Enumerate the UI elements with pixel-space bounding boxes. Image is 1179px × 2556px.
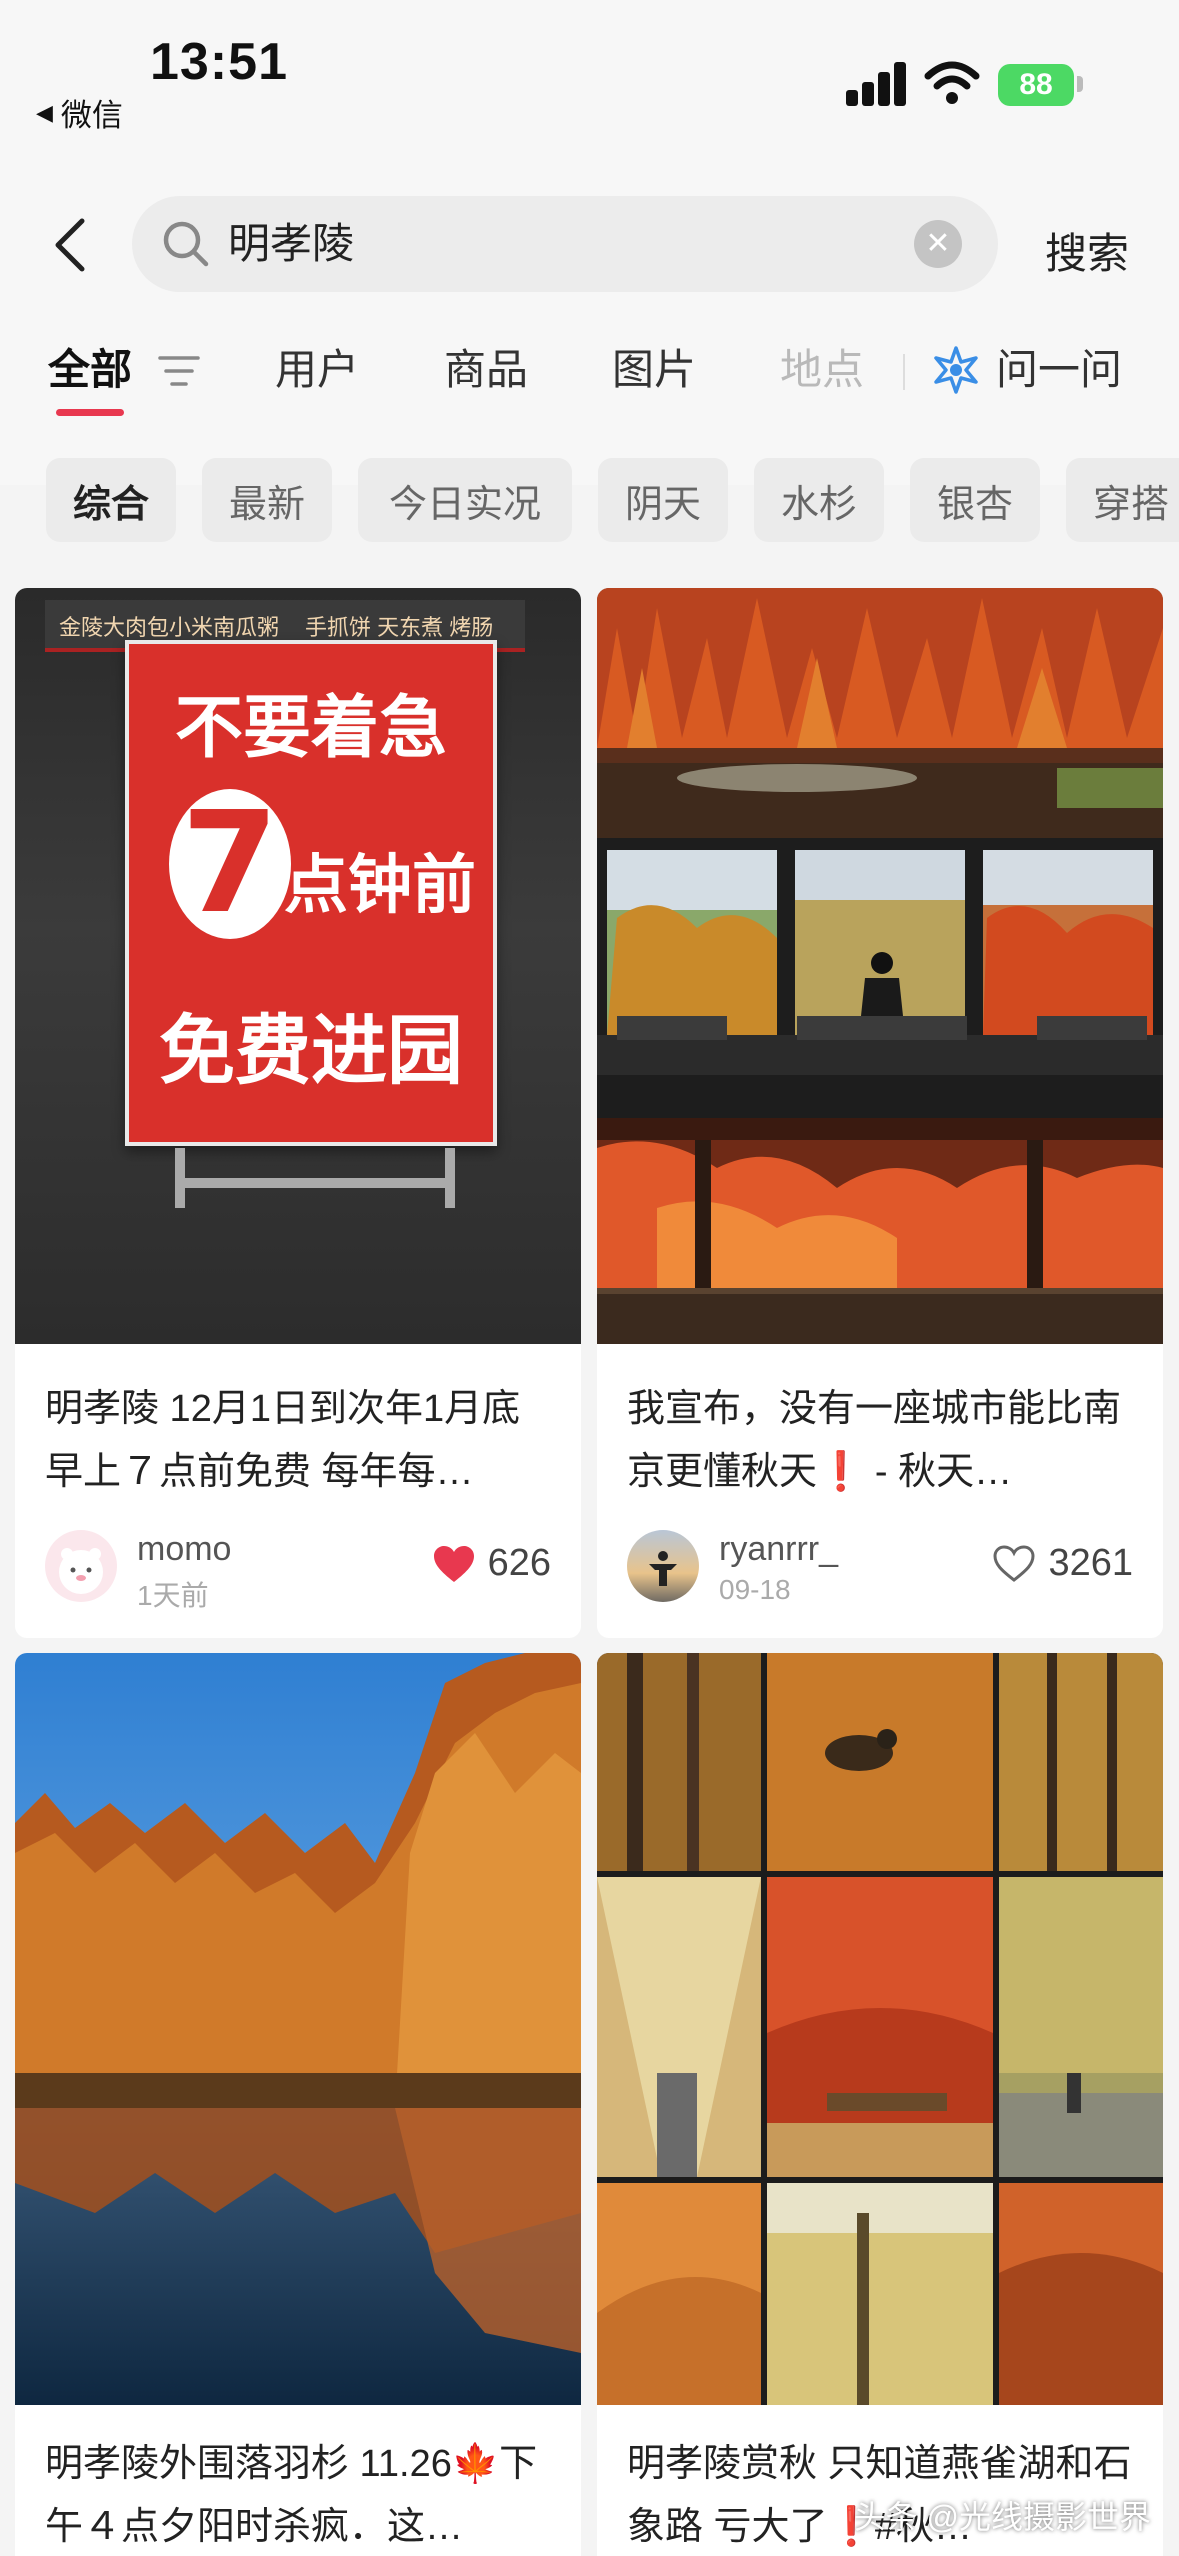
heart-outline-icon [993, 1544, 1035, 1582]
watermark: 头条 @光线摄影世界 [853, 2499, 1151, 2535]
battery-cap [1077, 76, 1083, 92]
battery-icon: 88 [998, 64, 1074, 106]
card-title: 明孝陵外围落羽杉 11.26🍁下午４点夕阳时杀疯．这… [45, 2443, 538, 2548]
signal-icon [846, 62, 908, 106]
feed-card[interactable]: 金陵大肉包小米南瓜粥 手抓饼 天东煮 烤肠 不要着急 7 点钟前 免费进园 明孝… [15, 588, 581, 1638]
search-query: 明孝陵 [228, 220, 355, 267]
post-time: 09-18 [719, 1574, 791, 1605]
feed-card[interactable]: 明孝陵赏秋 只知道燕雀湖和石象路 亏大了❗️#秋… [597, 1653, 1163, 2556]
avatar-image [59, 1548, 103, 1594]
card-title: 我宣布，没有一座城市能比南京更懂秋天❗️ - 秋天… [627, 1388, 1122, 1493]
free-entry-sign: 不要着急 7 点钟前 免费进园 [125, 640, 497, 1146]
avatar[interactable] [45, 1530, 117, 1602]
feed-card[interactable]: 明孝陵外围落羽杉 11.26🍁下午４点夕阳时杀疯．这… [15, 1653, 581, 2556]
feed-card[interactable]: 我宣布，没有一座城市能比南京更懂秋天❗️ - 秋天… ryanrrr_ 09-1… [597, 588, 1163, 1638]
back-button[interactable] [40, 210, 100, 280]
tab-bar: 全部 用户 商品 图片 地点 问一问 [0, 340, 1179, 420]
author-name[interactable]: ryanrrr_ [719, 1530, 838, 1569]
chip-ginkgo[interactable]: 银杏 [910, 458, 1040, 542]
tab-places[interactable]: 地点 [780, 340, 864, 420]
search-input[interactable]: 明孝陵 ✕ [132, 196, 998, 292]
tab-images[interactable]: 图片 [612, 340, 696, 420]
card-image [597, 588, 1163, 1344]
chevron-left-icon [55, 218, 85, 272]
back-triangle-icon: ◀ [36, 99, 53, 125]
ask-ai-icon [934, 346, 978, 394]
chip-latest[interactable]: 最新 [202, 458, 332, 542]
post-time: 1天前 [137, 1580, 209, 1611]
like-count: 626 [487, 1542, 551, 1584]
autumn-collage-image [597, 588, 1163, 1344]
card-image [597, 1653, 1163, 2405]
chip-cloudy[interactable]: 阴天 [598, 458, 728, 542]
tab-products[interactable]: 商品 [444, 340, 528, 420]
like-button[interactable]: 3261 [992, 1542, 1133, 1585]
back-app-label: 微信 [60, 98, 123, 133]
card-title: 明孝陵 12月1日到次年1月底早上７点前免费 每年每… [45, 1388, 521, 1493]
search-header: 明孝陵 ✕ 搜索 全部 用户 商品 图片 地点 问一问 综合 最新 今日实况 阴… [0, 150, 1179, 542]
like-count: 3261 [1048, 1542, 1133, 1584]
back-to-app-button[interactable]: ◀ 微信 [36, 90, 123, 135]
search-icon [163, 221, 209, 267]
search-button[interactable]: 搜索 [1045, 220, 1129, 281]
filter-chips: 综合 最新 今日实况 阴天 水杉 银杏 穿搭 [0, 458, 1179, 542]
autumn-grid-image [597, 1653, 1163, 2405]
card-meta: ryanrrr_ 09-18 3261 [627, 1530, 1133, 1610]
avatar-image [649, 1551, 677, 1586]
filter-icon[interactable] [158, 352, 200, 390]
card-image: 金陵大肉包小米南瓜粥 手抓饼 天东煮 烤肠 不要着急 7 点钟前 免费进园 [15, 588, 581, 1344]
chip-comprehensive[interactable]: 综合 [46, 458, 176, 542]
author-name[interactable]: momo [137, 1530, 231, 1569]
metasequoia-lake-image [15, 1653, 581, 2405]
tab-users[interactable]: 用户 [275, 340, 359, 420]
status-time: 13:51 [150, 33, 288, 91]
clear-icon[interactable]: ✕ [914, 220, 962, 268]
tab-all[interactable]: 全部 [48, 340, 132, 420]
card-meta: momo 1天前 626 [45, 1530, 551, 1611]
heart-filled-icon [433, 1545, 474, 1582]
status-bar: 13:51 ◀ 微信 88 [0, 0, 1179, 150]
tab-ask[interactable]: 问一问 [996, 340, 1122, 420]
chip-metasequoia[interactable]: 水杉 [754, 458, 884, 542]
wifi-icon [924, 61, 980, 104]
chip-outfit[interactable]: 穿搭 [1066, 458, 1179, 542]
tab-divider [903, 354, 905, 390]
chip-today-live[interactable]: 今日实况 [358, 458, 572, 542]
like-button[interactable]: 626 [432, 1542, 551, 1585]
battery-level: 88 [1019, 68, 1053, 101]
card-image [15, 1653, 581, 2405]
avatar[interactable] [627, 1530, 699, 1602]
